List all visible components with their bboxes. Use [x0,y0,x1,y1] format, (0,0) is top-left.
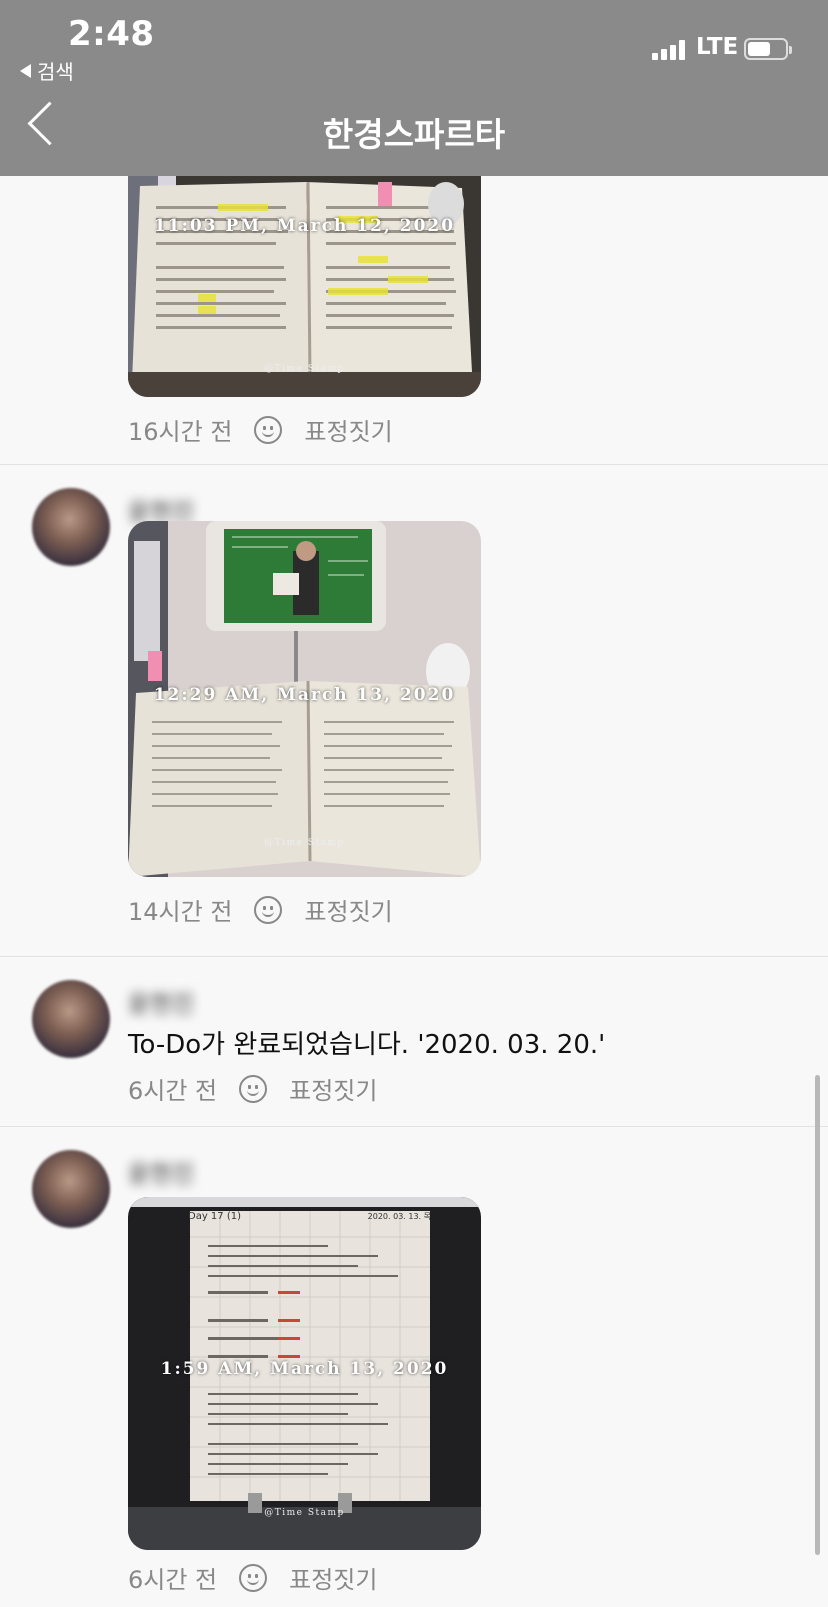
todo-message: To-Do가 완료되었습니다. '2020. 03. 20.' [128,1030,606,1060]
post-meta: 16시간 전 표정짓기 [128,412,393,447]
post-photo[interactable]: Day 17 (1) 2020. 03. 13. 목 1:59 AM, Marc… [128,1197,481,1550]
post-time: 14시간 전 [128,898,233,926]
photo-timestamp: 1:59 AM, March 13, 2020 [160,1359,449,1379]
photo-watermark: @Time Stamp [264,364,345,374]
status-time: 2:48 [68,14,155,54]
page-title: 한경스파르타 [322,115,506,154]
post-meta: 6시간 전 표정짓기 [128,1560,377,1595]
photo-timestamp: 12:29 AM, March 13, 2020 [153,685,456,705]
back-app-label: 검색 [37,60,74,84]
avatar[interactable] [32,488,110,566]
notebook-heading: Day 17 (1) [188,1211,241,1222]
react-button[interactable]: 표정짓기 [289,1071,377,1106]
post-meta: 14시간 전 표정짓기 [128,892,393,927]
scrollbar[interactable] [815,1075,820,1555]
avatar[interactable] [32,980,110,1058]
post-photo[interactable]: 12:29 AM, March 13, 2020 @Time Stamp [128,521,481,877]
react-button[interactable]: 표정짓기 [289,1560,377,1595]
battery-icon [744,38,792,60]
divider [0,464,828,465]
post-time: 6시간 전 [128,1077,218,1105]
smiley-icon[interactable] [239,1074,268,1103]
network-label: LTE [696,34,739,60]
back-triangle-icon [20,63,31,78]
smiley-icon[interactable] [254,415,283,444]
photo-watermark: @Time Stamp [264,1508,345,1518]
signal-icon [652,38,685,60]
post-meta: 6시간 전 표정짓기 [128,1071,377,1106]
react-button[interactable]: 표정짓기 [304,412,392,447]
divider [0,1126,828,1127]
smiley-icon[interactable] [254,895,283,924]
post-time: 6시간 전 [128,1566,218,1594]
photo-watermark: @Time Stamp [264,838,345,848]
back-to-app-link[interactable]: 검색 [20,56,74,85]
post-time: 16시간 전 [128,418,233,446]
smiley-icon[interactable] [239,1563,268,1592]
avatar[interactable] [32,1150,110,1228]
author-name[interactable]: 윤현진 [128,1154,194,1189]
notebook-date: 2020. 03. 13. 목 [367,1212,431,1221]
post-photo[interactable]: 11:03 PM, March 12, 2020 @Time Stamp [128,176,481,397]
author-name[interactable]: 윤현진 [128,984,194,1019]
react-button[interactable]: 표정짓기 [304,892,392,927]
photo-timestamp: 11:03 PM, March 12, 2020 [153,216,456,236]
top-bar: 2:48 검색 LTE 한경스파르타 [0,0,828,176]
divider [0,956,828,957]
